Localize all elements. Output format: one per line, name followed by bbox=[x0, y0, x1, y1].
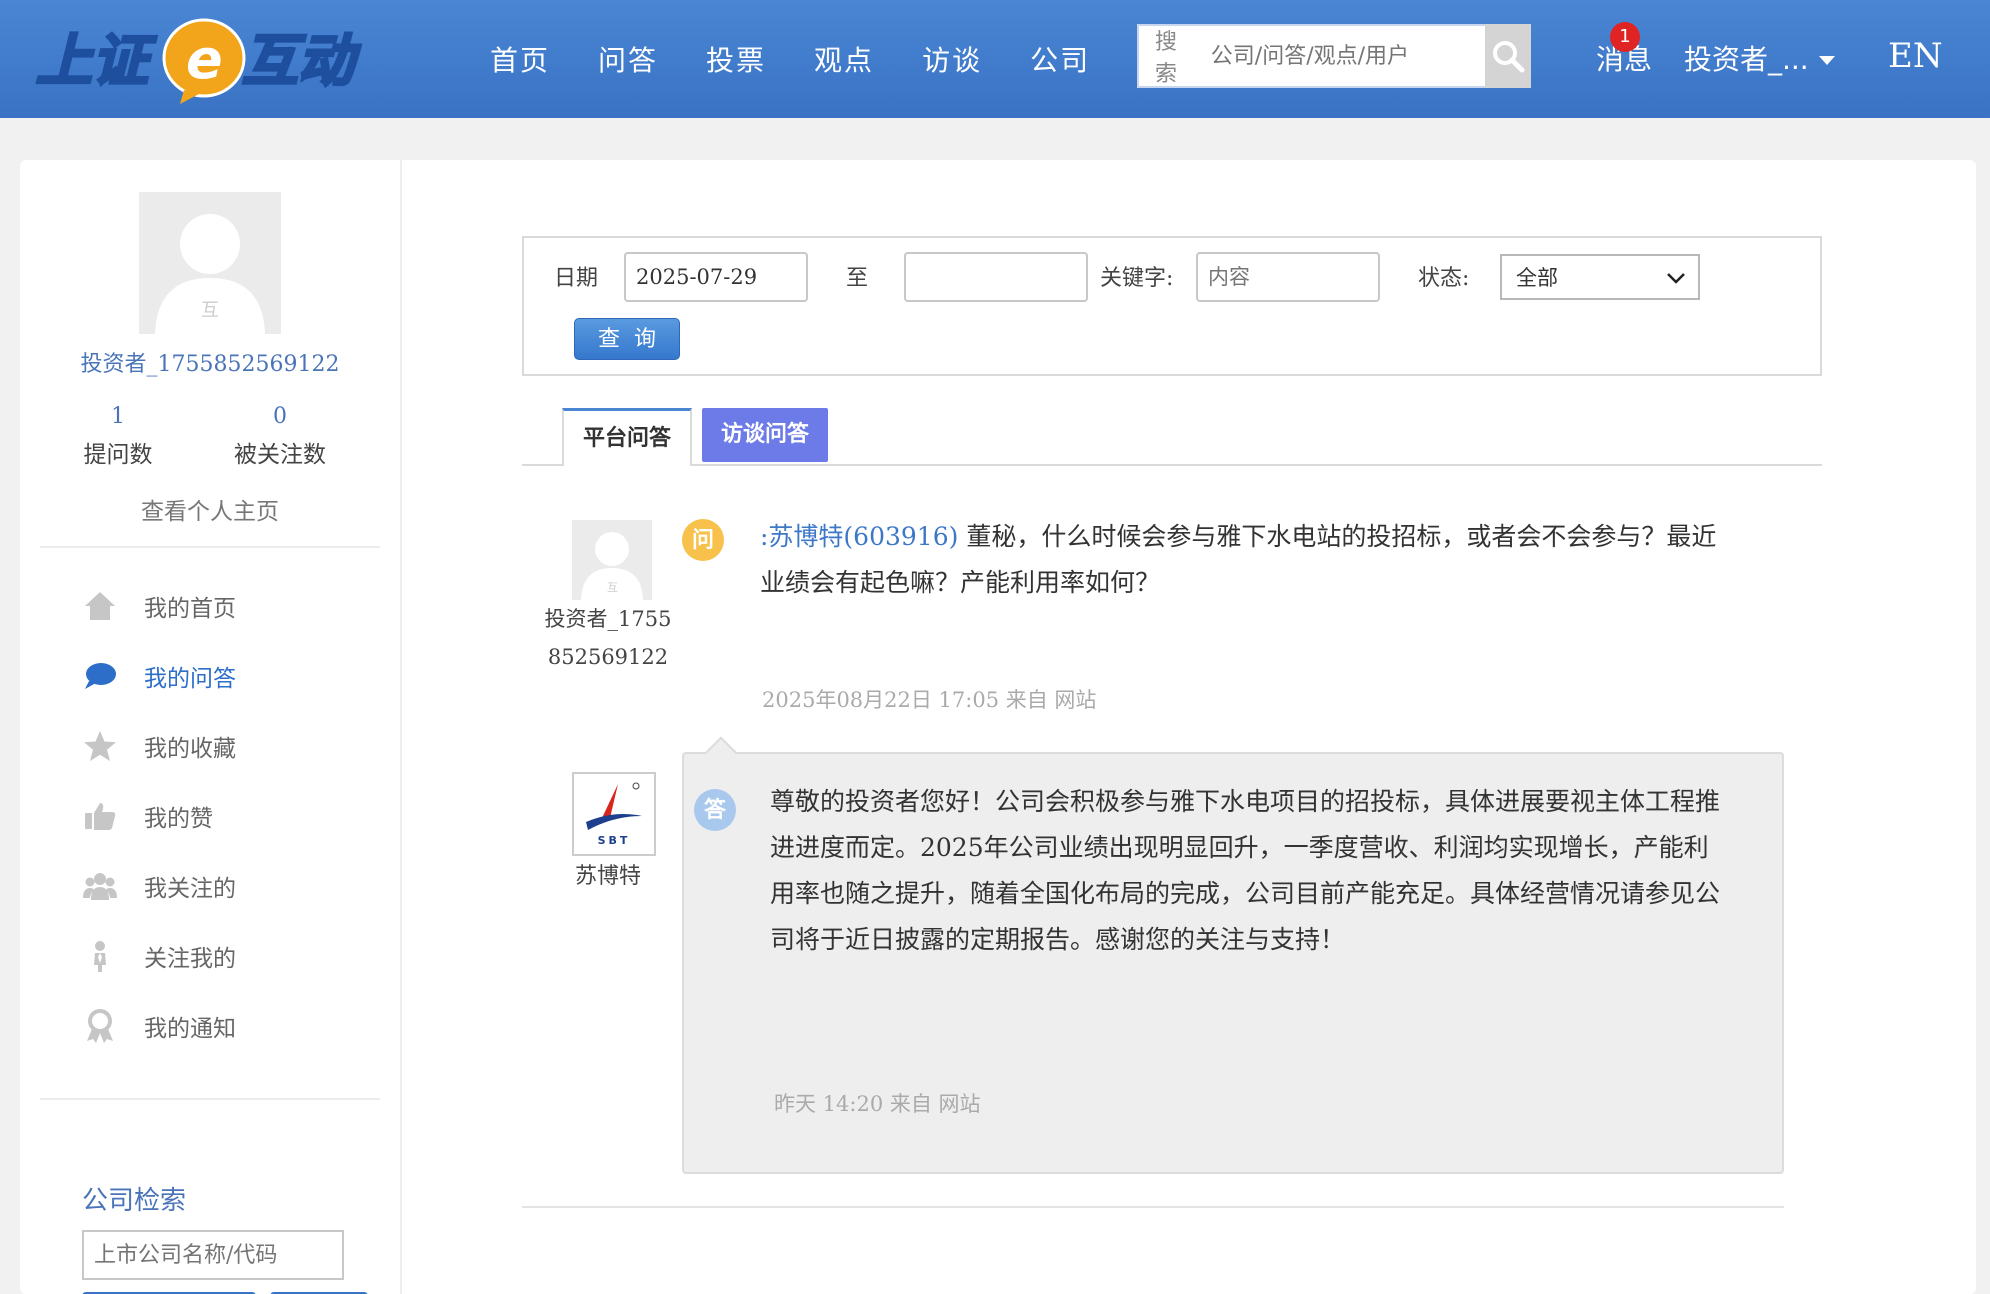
user-menu[interactable]: 投资者_... bbox=[1684, 38, 1835, 78]
query-button[interactable]: 查询 bbox=[574, 318, 680, 360]
sidebar-divider bbox=[40, 1098, 380, 1100]
svg-text:上证: 上证 bbox=[36, 29, 157, 94]
status-label: 状态: bbox=[1418, 266, 1470, 291]
chevron-down-icon bbox=[1818, 55, 1835, 65]
nav-opinion[interactable]: 观点 bbox=[814, 39, 874, 79]
sidebar-item-label: 关注我的 bbox=[144, 946, 236, 972]
site-logo[interactable]: 上证 e 互动 bbox=[34, 12, 374, 104]
date-label: 日期 bbox=[554, 266, 599, 291]
svg-text:e: e bbox=[186, 28, 223, 91]
status-select-value: 全部 bbox=[1516, 266, 1558, 290]
question-user-line: 投资者_1755 bbox=[544, 607, 672, 631]
stat-followers-num: 0 bbox=[273, 404, 287, 429]
sidebar-user-name[interactable]: 投资者_1755852569122 bbox=[0, 346, 420, 378]
stat-followers[interactable]: 0 被关注数 bbox=[200, 404, 360, 469]
sidebar-item-label: 我的首页 bbox=[144, 596, 236, 622]
svg-text:互动: 互动 bbox=[242, 29, 361, 94]
stat-questions-num: 1 bbox=[111, 404, 125, 429]
sidebar-item-followers[interactable]: 关注我的 bbox=[80, 936, 236, 976]
answer-text: 尊敬的投资者您好！公司会积极参与雅下水电项目的招投标，具体进展要视主体工程推进进… bbox=[770, 787, 1721, 954]
search-label: 搜索 bbox=[1155, 30, 1178, 87]
search-button[interactable] bbox=[1484, 24, 1531, 88]
nav-qa[interactable]: 问答 bbox=[598, 39, 658, 79]
user-menu-label: 投资者_... bbox=[1684, 43, 1809, 76]
people-icon bbox=[80, 866, 120, 906]
answer-meta: 昨天 14:20 来自 网站 bbox=[774, 1092, 981, 1116]
question-meta: 2025年08月22日 17:05 来自 网站 bbox=[762, 688, 1097, 712]
company-logo[interactable]: SBT bbox=[572, 772, 656, 856]
chat-bubble-icon bbox=[80, 656, 120, 696]
sidebar-item-my-qa[interactable]: 我的问答 bbox=[80, 656, 236, 696]
company-logo-text: SBT bbox=[598, 834, 631, 847]
date-from-field[interactable] bbox=[624, 252, 808, 302]
question-user-name[interactable]: 投资者_1755 852569122 bbox=[536, 600, 680, 676]
nav-vote[interactable]: 投票 bbox=[706, 39, 766, 79]
search-input[interactable] bbox=[1186, 26, 1485, 86]
question-badge: 问 bbox=[682, 519, 724, 561]
keyword-field[interactable] bbox=[1196, 252, 1380, 302]
sidebar-divider bbox=[40, 546, 380, 548]
message-count-badge: 1 bbox=[1610, 22, 1640, 52]
notification-icon bbox=[80, 1006, 120, 1046]
status-select[interactable]: 全部 bbox=[1500, 254, 1700, 300]
top-header: 上证 e 互动 首页 问答 投票 观点 访谈 公司 搜索 消息 1 投资者_..… bbox=[0, 0, 1990, 118]
global-search: 搜索 bbox=[1137, 24, 1531, 88]
answer-badge: 答 bbox=[694, 789, 736, 831]
date-to-field[interactable] bbox=[904, 252, 1088, 302]
sidebar-item-home[interactable]: 我的首页 bbox=[80, 586, 236, 626]
tab-underline bbox=[522, 464, 1822, 466]
company-mention-link[interactable]: :苏博特(603916) bbox=[760, 522, 958, 551]
language-switch[interactable]: EN bbox=[1888, 36, 1943, 76]
question-text: :苏博特(603916) 董秘，什么时候会参与雅下水电站的投招标，或者会不会参与？… bbox=[760, 514, 1720, 606]
stat-questions[interactable]: 1 提问数 bbox=[38, 404, 198, 469]
answer-company-name[interactable]: 苏博特 bbox=[536, 858, 680, 890]
avatar-char: 互 bbox=[201, 300, 219, 321]
sidebar-item-label: 我的通知 bbox=[144, 1016, 236, 1042]
date-to-label: 至 bbox=[846, 266, 869, 291]
follower-icon bbox=[80, 936, 120, 976]
main-nav: 首页 问答 投票 观点 访谈 公司 bbox=[490, 0, 1138, 118]
stat-questions-label: 提问数 bbox=[83, 442, 153, 468]
search-icon bbox=[1492, 41, 1525, 73]
item-divider bbox=[522, 1206, 1784, 1208]
chevron-down-icon bbox=[1667, 273, 1685, 284]
sidebar-item-label: 我关注的 bbox=[144, 876, 236, 902]
keyword-label: 关键字: bbox=[1100, 266, 1174, 291]
nav-company[interactable]: 公司 bbox=[1030, 39, 1090, 79]
view-profile-link[interactable]: 查看个人主页 bbox=[0, 492, 420, 526]
thumbs-up-icon bbox=[80, 796, 120, 836]
sidebar-item-label: 我的收藏 bbox=[144, 736, 236, 762]
home-icon bbox=[80, 586, 120, 626]
star-icon bbox=[80, 726, 120, 766]
sidebar-item-following[interactable]: 我关注的 bbox=[80, 866, 236, 906]
nav-interview[interactable]: 访谈 bbox=[922, 39, 982, 79]
question-avatar[interactable]: 互 bbox=[572, 520, 652, 600]
tab-platform-qa[interactable]: 平台问答 bbox=[562, 408, 692, 466]
sidebar-item-favorites[interactable]: 我的收藏 bbox=[80, 726, 236, 766]
sidebar-item-label: 我的赞 bbox=[144, 806, 213, 832]
sidebar-item-likes[interactable]: 我的赞 bbox=[80, 796, 213, 836]
sidebar-item-notifications[interactable]: 我的通知 bbox=[80, 1006, 236, 1046]
avatar-char: 互 bbox=[607, 581, 618, 594]
sidebar-item-label: 我的问答 bbox=[144, 666, 236, 692]
company-search-title: 公司检索 bbox=[82, 1186, 187, 1216]
avatar[interactable]: 互 bbox=[139, 192, 281, 334]
company-search-input[interactable] bbox=[82, 1230, 344, 1280]
question-user-line: 852569122 bbox=[547, 645, 669, 669]
nav-home[interactable]: 首页 bbox=[490, 39, 550, 79]
stat-followers-label: 被关注数 bbox=[234, 442, 326, 468]
tab-interview-qa[interactable]: 访谈问答 bbox=[702, 408, 828, 462]
